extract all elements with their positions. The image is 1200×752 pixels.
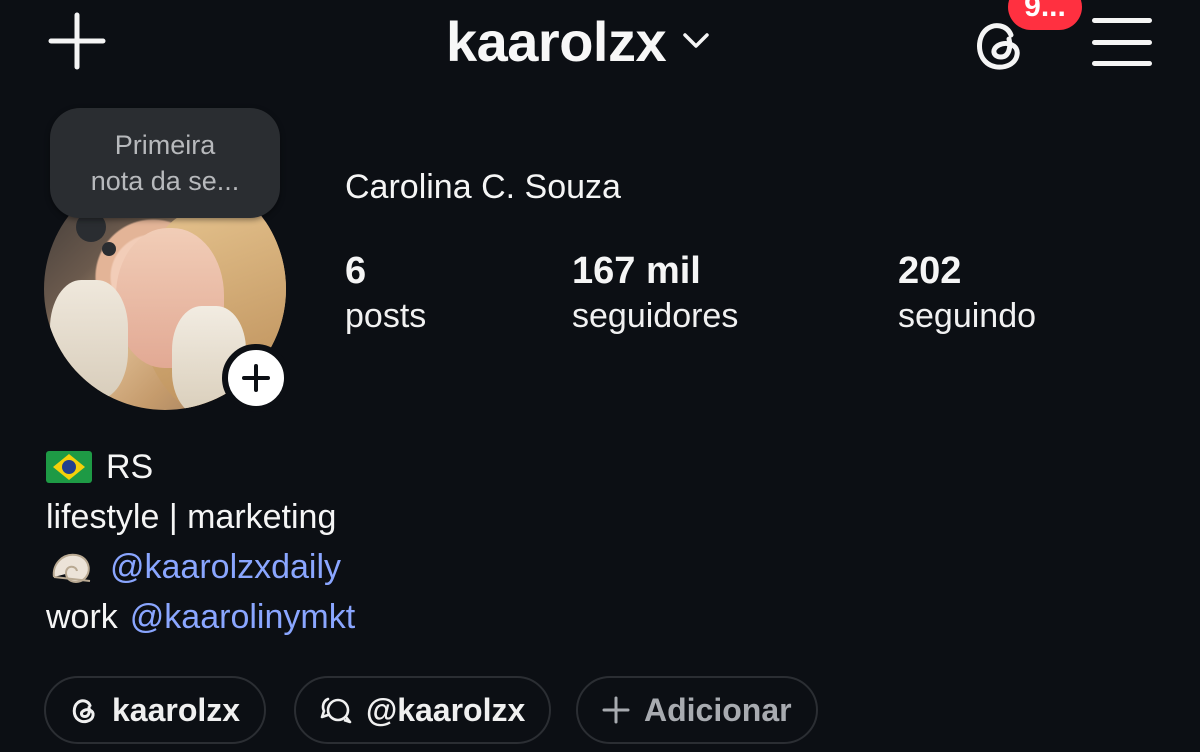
profile-bio: RS lifestyle | marketing @kaarolzxdaily … — [46, 442, 355, 642]
create-button[interactable] — [46, 12, 108, 70]
plus-icon — [242, 364, 270, 392]
menu-line — [1092, 61, 1152, 66]
menu-line — [1092, 39, 1152, 45]
message-bubble-icon — [320, 697, 352, 724]
note-line: Primeira — [114, 130, 216, 160]
menu-line — [1092, 18, 1152, 23]
avatar-detail — [50, 280, 128, 400]
stat-posts[interactable]: 6 posts — [345, 248, 426, 338]
bio-line-work: work @kaarolinymkt — [46, 592, 355, 642]
add-story-button[interactable] — [222, 344, 290, 412]
stat-value: 167 mil — [572, 250, 701, 292]
bio-location: RS — [106, 448, 154, 486]
stat-label: posts — [345, 297, 427, 335]
plus-icon — [48, 12, 106, 70]
profile-note[interactable]: Primeira nota da se... — [50, 108, 280, 218]
account-switcher[interactable]: kaarolzx — [446, 9, 710, 73]
header-username: kaarolzx — [446, 9, 667, 73]
stat-value: 202 — [898, 250, 962, 292]
mention-link[interactable]: @kaarolzxdaily — [110, 542, 341, 592]
threads-icon — [72, 699, 95, 724]
chevron-down-icon — [683, 33, 709, 48]
hamburger-menu-icon[interactable] — [1090, 14, 1154, 70]
note-bubble-tail — [102, 242, 116, 256]
stat-label: seguidores — [572, 297, 739, 335]
stat-value: 6 — [345, 250, 367, 292]
bio-tagline: lifestyle | marketing — [46, 498, 337, 536]
chip-label: kaarolzx — [112, 691, 241, 728]
bio-line-tagline: lifestyle | marketing — [46, 492, 355, 542]
messenger-chip[interactable]: @kaarolzx — [294, 676, 552, 744]
stat-following[interactable]: 202 seguindo — [898, 248, 1036, 338]
chip-label: Adicionar — [644, 691, 792, 728]
stat-followers[interactable]: 167 mil seguidores — [572, 248, 738, 338]
plus-icon — [602, 696, 630, 724]
notification-badge: 9... — [1008, 0, 1082, 30]
profile-screen: kaarolzx 9... Primeira nota da se... Car… — [0, 0, 1200, 752]
spiral-shell-icon — [52, 553, 91, 583]
bio-line-location: RS — [46, 442, 355, 492]
note-line: nota da se... — [90, 166, 240, 196]
threads-profile-chip[interactable]: kaarolzx — [44, 676, 267, 744]
profile-full-name: Carolina C. Souza — [345, 168, 621, 206]
stat-label: seguindo — [898, 297, 1037, 335]
add-link-chip[interactable]: Adicionar — [576, 676, 818, 744]
brazil-flag-icon — [46, 451, 92, 483]
bio-line-daily: @kaarolzxdaily — [46, 542, 355, 592]
mention-link[interactable]: @kaarolinymkt — [130, 592, 355, 642]
bio-work-prefix: work — [46, 598, 118, 636]
chip-label: @kaarolzx — [366, 691, 526, 728]
